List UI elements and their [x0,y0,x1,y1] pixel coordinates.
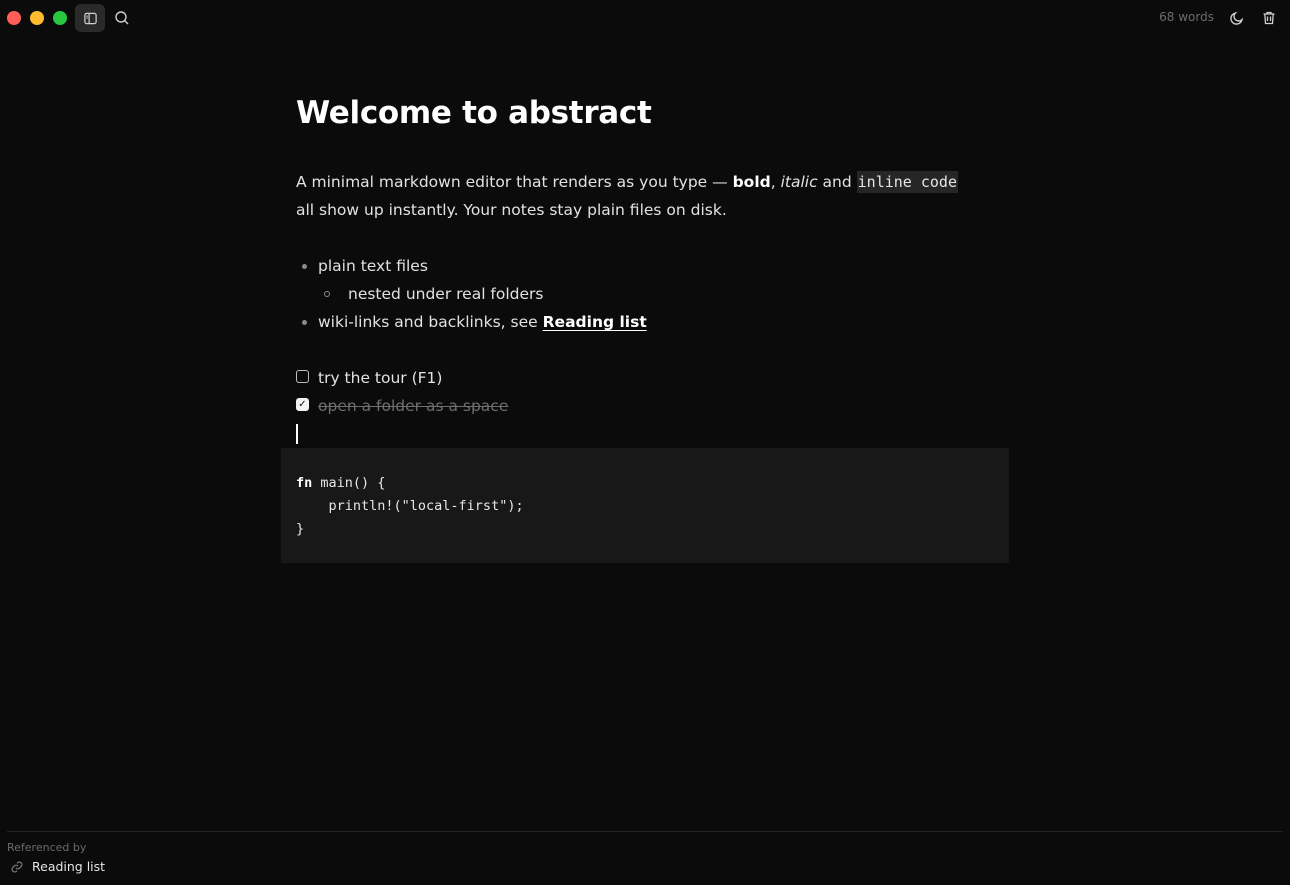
search-icon [115,11,129,25]
task-checkbox-checked[interactable]: ✓ [296,398,309,411]
maximize-window-button[interactable] [53,11,67,25]
list-item-text: wiki-links and backlinks, see [318,313,543,331]
document-title[interactable]: Welcome to abstract [296,86,996,140]
toggle-sidebar-button[interactable] [75,4,105,32]
nested-list-item[interactable]: nested under real folders [296,280,996,308]
code-line-1: main() { [312,475,386,491]
trash-icon [1263,11,1275,25]
backlink-item[interactable]: Reading list [7,859,1283,874]
code-block[interactable]: fn main() { println!("local-first"); } [281,448,1009,563]
theme-toggle-button[interactable] [1222,4,1252,32]
bullet-dot [302,264,307,269]
titlebar: 68 words [0,0,1290,36]
italic-text: italic [780,173,818,191]
list-item[interactable]: plain text files [296,252,996,280]
code-line-2: println!("local-first"); [296,498,524,514]
intro-sep-1: , [770,173,781,191]
search-button[interactable] [107,4,137,32]
link-icon [11,861,23,872]
task-item: try the tour (F1) [296,364,996,392]
code-keyword: fn [296,475,313,491]
close-window-button[interactable] [7,11,21,25]
text-cursor [296,424,298,444]
intro-sep-2: and [817,173,857,191]
task-checkbox[interactable] [296,370,309,383]
backlinks-panel: Referenced by Reading list [7,831,1283,874]
minimize-window-button[interactable] [30,11,44,25]
wiki-link-reading-list[interactable]: Reading list [543,313,647,331]
referenced-by-label: Referenced by [7,841,87,854]
editor-content[interactable]: Welcome to abstract A minimal markdown e… [296,86,996,444]
bold-text: bold [732,173,771,191]
bullet-list: plain text files nested under real folde… [296,252,996,336]
task-item-done: ✓ open a folder as a space [296,392,996,420]
list-item-text: plain text files [318,257,428,275]
bullet-circle [324,291,330,297]
code-line-3: } [296,521,305,537]
moon-icon [1230,11,1244,25]
delete-note-button[interactable] [1254,4,1284,32]
list-item[interactable]: wiki-links and backlinks, see Reading li… [296,308,996,336]
intro-paragraph[interactable]: A minimal markdown editor that renders a… [296,168,976,224]
editor-window: 68 words Welcome to abstract A minimal m… [0,0,1290,885]
word-count: 68 words [1159,10,1214,24]
intro-text-start: A minimal markdown editor that renders a… [296,173,733,191]
inline-code: inline code [856,171,958,193]
list-item-text: nested under real folders [348,285,544,303]
bullet-dot [302,320,307,325]
backlink-label: Reading list [32,859,106,874]
task-list: try the tour (F1) ✓ open a folder as a s… [296,364,996,444]
task-text: try the tour (F1) [318,369,443,387]
task-text: open a folder as a space [318,397,509,415]
intro-text-end: all show up instantly. Your notes stay p… [296,201,727,219]
sidebar-icon [83,12,97,24]
